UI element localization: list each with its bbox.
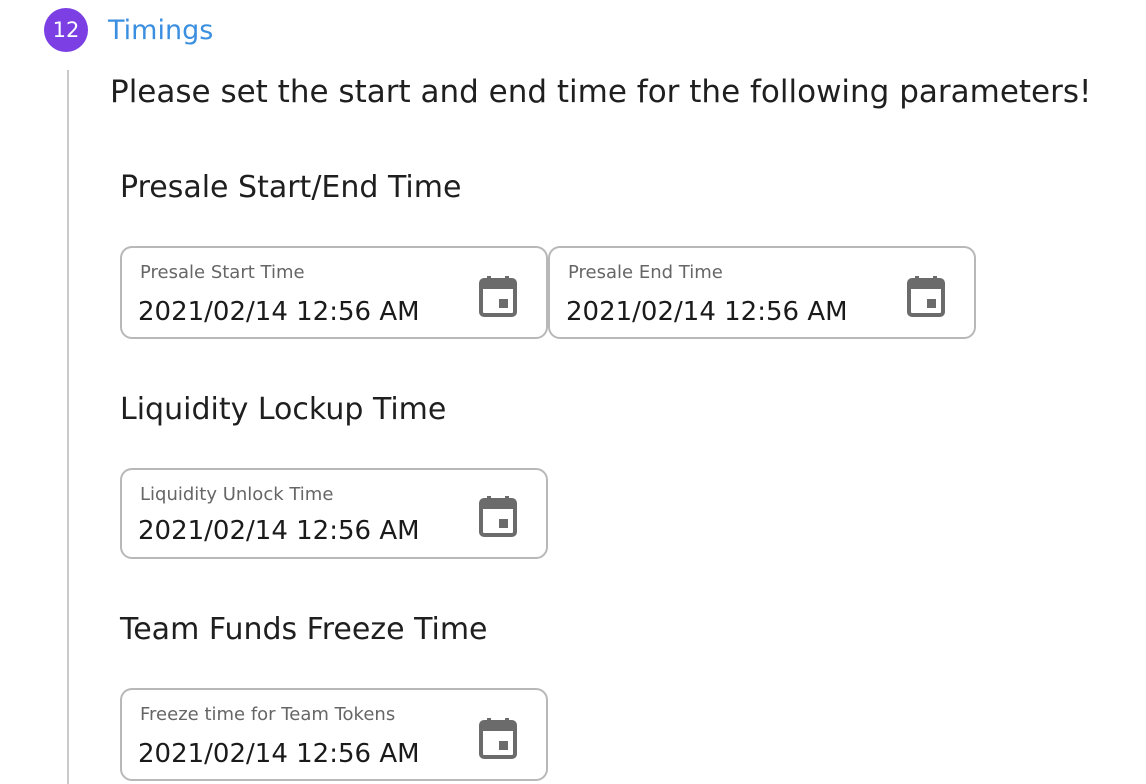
field-label: Presale End Time	[568, 262, 723, 283]
field-value[interactable]: 2021/02/14 12:56 AM	[566, 297, 848, 327]
section-title-liquidity: Liquidity Lockup Time	[120, 392, 447, 427]
calendar-icon[interactable]	[906, 276, 946, 318]
calendar-icon[interactable]	[478, 496, 518, 538]
field-value[interactable]: 2021/02/14 12:56 AM	[138, 297, 420, 327]
field-value[interactable]: 2021/02/14 12:56 AM	[138, 516, 420, 546]
calendar-icon[interactable]	[478, 276, 518, 318]
instruction-text: Please set the start and end time for th…	[110, 74, 1092, 110]
step-number-badge: 12	[44, 8, 88, 52]
team-freeze-time-field[interactable]: Freeze time for Team Tokens 2021/02/14 1…	[120, 688, 548, 781]
field-label: Liquidity Unlock Time	[140, 484, 334, 505]
section-title-team-funds: Team Funds Freeze Time	[120, 612, 488, 647]
step-header: 12 Timings	[44, 8, 213, 52]
step-connector-line	[67, 70, 69, 784]
liquidity-unlock-time-field[interactable]: Liquidity Unlock Time 2021/02/14 12:56 A…	[120, 468, 548, 559]
presale-start-time-field[interactable]: Presale Start Time 2021/02/14 12:56 AM	[120, 246, 548, 339]
step-title[interactable]: Timings	[108, 15, 213, 46]
field-value[interactable]: 2021/02/14 12:56 AM	[138, 739, 420, 769]
field-label: Freeze time for Team Tokens	[140, 704, 396, 725]
field-label: Presale Start Time	[140, 262, 305, 283]
presale-end-time-field[interactable]: Presale End Time 2021/02/14 12:56 AM	[548, 246, 976, 339]
section-title-presale: Presale Start/End Time	[120, 170, 462, 205]
calendar-icon[interactable]	[478, 718, 518, 760]
